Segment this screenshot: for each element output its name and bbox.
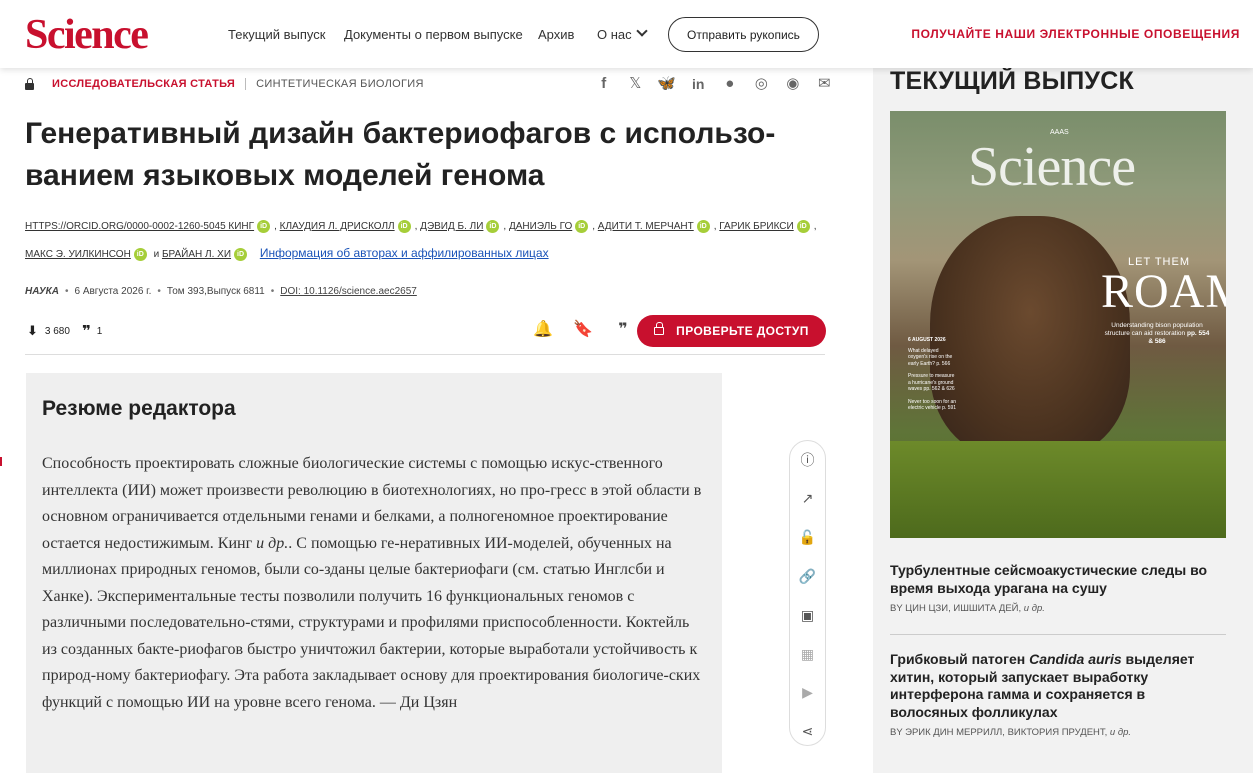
article-tools: 🔔 🔖 ❞ [523,318,643,342]
x-icon[interactable]: 𝕏 [620,74,652,94]
share-icon[interactable]: ⋖ [790,722,825,740]
aaas-logo: AAAS [1050,129,1069,136]
grass-image [890,441,1226,538]
bookmark-icon[interactable]: 🔖 [563,318,603,342]
facebook-icon[interactable]: f [588,74,620,94]
current-issue-sidebar: ТЕКУЩИЙ ВЫПУСК Science AAAS LET THEM ROA… [873,67,1253,773]
linkedin-icon[interactable]: in [683,74,715,94]
author-list: HTTPS://ORCID.ORG/0000-0002-1260-5045 КИ… [25,219,817,261]
orcid-icon[interactable]: iD [575,219,589,233]
bison-image [930,216,1130,456]
doi-link[interactable]: DOI: 10.1126/science.aec2657 [280,286,417,297]
metrics-icon[interactable]: ↗ [790,489,825,507]
orcid-icon[interactable]: iD [486,219,500,233]
summary-text: Способность проектировать сложные биолог… [42,455,702,711]
editor-summary: Резюме редактора Способность проектирова… [26,373,722,773]
check-access-label: ПРОВЕРЬТЕ ДОСТУП [676,324,809,338]
article-type[interactable]: ИССЛЕДОВАТЕЛЬСКАЯ СТАТЬЯ [52,78,235,90]
nav-about[interactable]: О нас [597,0,648,68]
summary-heading: Резюме редактора [42,397,236,420]
citation-icon: ❞ [81,323,91,340]
author-link[interactable]: АДИТИ Т. МЕРЧАНТ [598,221,694,232]
pub-date: 6 Августа 2026 г. [74,286,152,297]
science-logo[interactable]: Science [25,14,149,56]
orcid-icon[interactable]: iD [397,219,411,233]
article-topic[interactable]: СИНТЕТИЧЕСКАЯ БИОЛОГИЯ [256,78,424,90]
author-link[interactable]: ДАНИЭЛЬ ГО [509,221,572,232]
citation-count: 1 [96,325,103,337]
divider [245,78,247,90]
floating-toolbar: ⓘ ↗ 🔓 🔗 ▣ ▦ ▶ ⋖ [789,440,826,746]
media-icon[interactable]: ▶ [790,683,825,701]
nav-about-label: О нас [597,26,632,42]
volume-issue[interactable]: Том 393,Выпуск 6811 [167,286,265,297]
issue-cover[interactable]: Science AAAS LET THEM ROAM Understanding… [890,111,1226,538]
orcid-icon[interactable]: iD [257,219,271,233]
cover-teasers: 6 AUGUST 2026 What delayed oxygen's rise… [908,337,957,411]
submit-manuscript-button[interactable]: Отправить рукопись [668,17,819,52]
email-icon[interactable]: ✉ [809,74,841,94]
email-alerts-link[interactable]: ПОЛУЧАЙТЕ НАШИ ЭЛЕКТРОННЫЕ ОПОВЕЩЕНИЯ [911,27,1240,41]
cover-logo: Science [968,136,1136,198]
author-link[interactable]: КЛАУДИЯ Л. ДРИСКОЛЛ [280,221,395,232]
affiliations-link[interactable]: Информация об авторах и аффилированных л… [260,246,549,260]
reddit-icon[interactable]: ● [714,74,746,94]
bluesky-icon[interactable]: 🦋 [651,74,683,94]
sidebar-article[interactable]: Грибковый патоген Candida auris выделяет… [890,651,1225,738]
orcid-icon[interactable]: iD [696,219,710,233]
divider [890,634,1226,635]
cover-headline: ROAM [1101,265,1226,318]
author-link[interactable]: HTTPS://ORCID.ORG/0000-0002-1260-5045 КИ… [25,221,254,232]
top-navigation-bar: Science Текущий выпуск Документы о перво… [0,0,1253,68]
journal-name[interactable]: НАУКА [25,286,59,297]
author-link[interactable]: ДЭВИД Б. ЛИ [420,221,483,232]
publication-info: НАУКА • 6 Августа 2026 г. • Том 393,Выпуск 6… [25,286,417,297]
info-icon[interactable]: ⓘ [790,451,825,469]
lock-icon [25,77,34,90]
sidebar-article-title[interactable]: Турбулентные сейсмоакустические следы во… [890,562,1225,597]
sidebar-article-byline: BY ЭРИК ДИН МЕРРИЛЛ, ВИКТОРИЯ ПРУДЕНТ, и… [890,727,1132,738]
section-marker [0,457,2,466]
lock-icon [654,322,665,335]
current-issue-heading: ТЕКУЩИЙ ВЫПУСК [890,67,1134,95]
and-text: и [153,249,160,260]
divider [25,354,825,355]
chevron-down-icon [635,25,648,37]
orcid-icon[interactable]: iD [133,247,147,261]
sidebar-article-byline: BY ЦИН ЦЗИ, ИШШИТА ДЕЙ, и др. [890,603,1045,614]
download-count: 3 680 [44,325,70,337]
author-link[interactable]: МАКС Э. УИЛКИНСОН [25,249,131,260]
check-access-button[interactable]: ПРОВЕРЬТЕ ДОСТУП [637,315,826,347]
nav-first-release[interactable]: Документы о первом выпуске [344,0,523,68]
article-title: Генеративный дизайн бактериофагов с испо… [25,117,776,192]
orcid-icon[interactable]: iD [234,247,248,261]
orcid-icon[interactable]: iD [796,219,810,233]
nav-current-issue[interactable]: Текущий выпуск [228,0,325,68]
link-icon[interactable]: 🔗 [790,567,825,585]
nav-archive[interactable]: Архив [538,0,574,68]
author-link[interactable]: ГАРИК БРИКСИ [719,221,793,232]
bell-icon[interactable]: 🔔 [523,318,563,342]
article-metrics: ⬇ 3 680 ❞ 1 [27,322,102,340]
download-icon: ⬇ [27,323,38,338]
figures-icon[interactable]: ▣ [790,606,825,624]
sidebar-article[interactable]: Турбулентные сейсмоакустические следы во… [890,562,1225,614]
unlock-icon[interactable]: 🔓 [790,528,825,546]
cover-caption: Understanding bison population structure… [1104,322,1210,345]
share-toolbar: f 𝕏 🦋 in ● ◎ ◉ ✉ [588,74,840,94]
tables-icon[interactable]: ▦ [790,645,825,663]
article-meta-row: ИССЛЕДОВАТЕЛЬСКАЯ СТАТЬЯ СИНТЕТИЧЕСКАЯ Б… [25,77,424,90]
author-link[interactable]: БРАЙАН Л. ХИ [162,249,231,260]
sidebar-article-title[interactable]: Грибковый патоген Candida auris выделяет… [890,651,1225,721]
wechat-icon[interactable]: ◎ [746,74,778,94]
whatsapp-icon[interactable]: ◉ [777,74,809,94]
